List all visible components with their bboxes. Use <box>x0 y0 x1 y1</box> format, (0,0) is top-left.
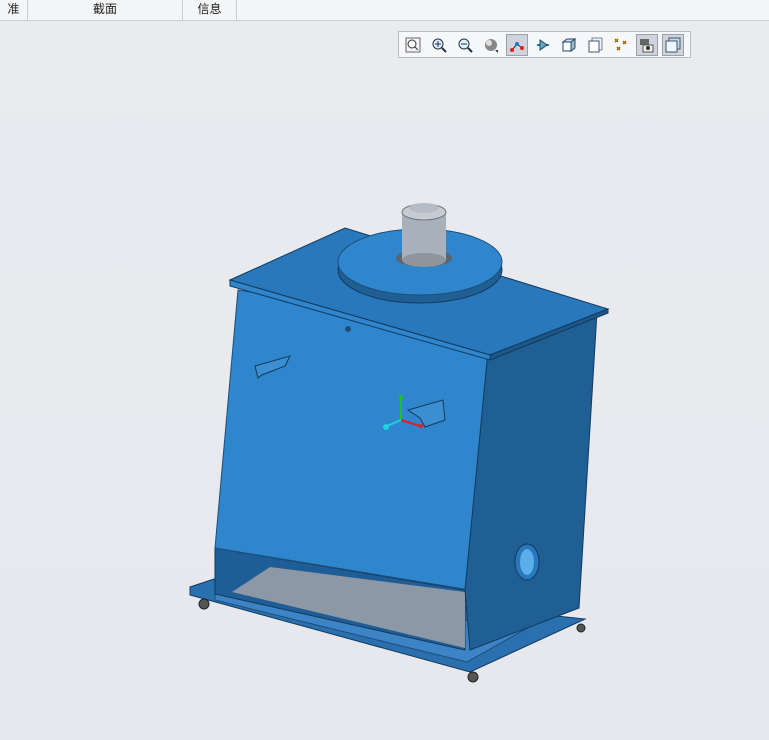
3d-model-dust-collector[interactable] <box>0 0 769 740</box>
motor-bottom <box>402 253 446 267</box>
top-screw <box>345 326 351 332</box>
side-outlet-inner <box>520 549 534 575</box>
motor-cap <box>409 203 439 213</box>
